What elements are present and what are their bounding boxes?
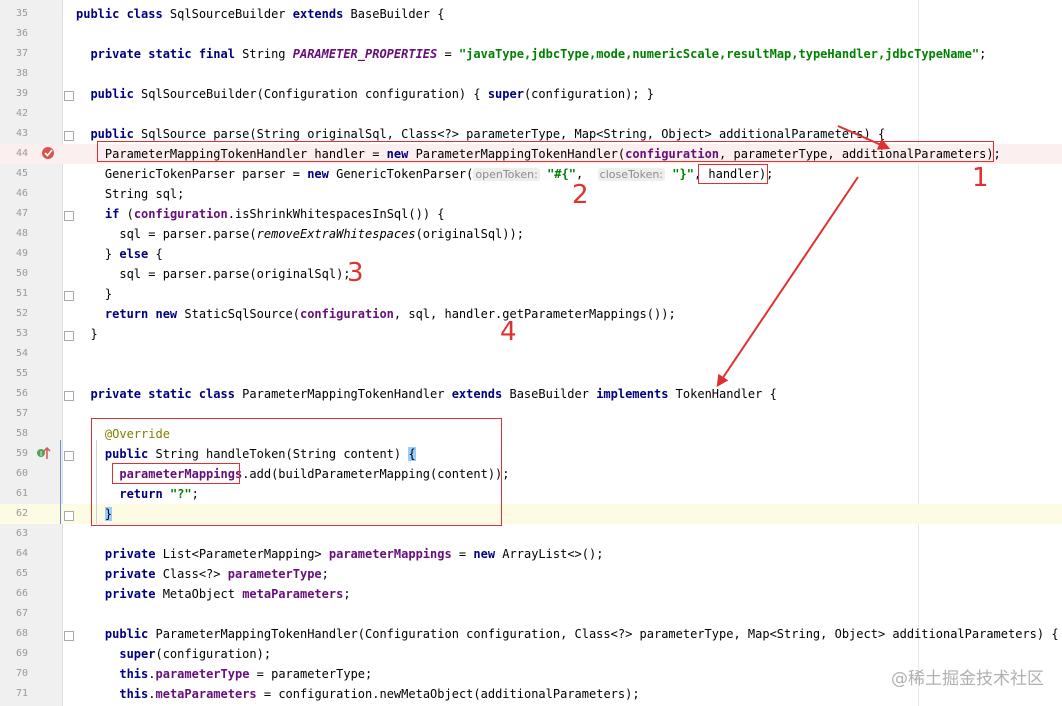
arrow-to-token-handler-class [716, 176, 859, 387]
code-editor[interactable]: 35 public class SqlSourceBuilder extends … [0, 0, 1062, 706]
annotation-arrows [716, 125, 891, 387]
arrow-to-handler-declaration [837, 125, 891, 150]
watermark: @稀土掘金技术社区 [891, 669, 1044, 689]
